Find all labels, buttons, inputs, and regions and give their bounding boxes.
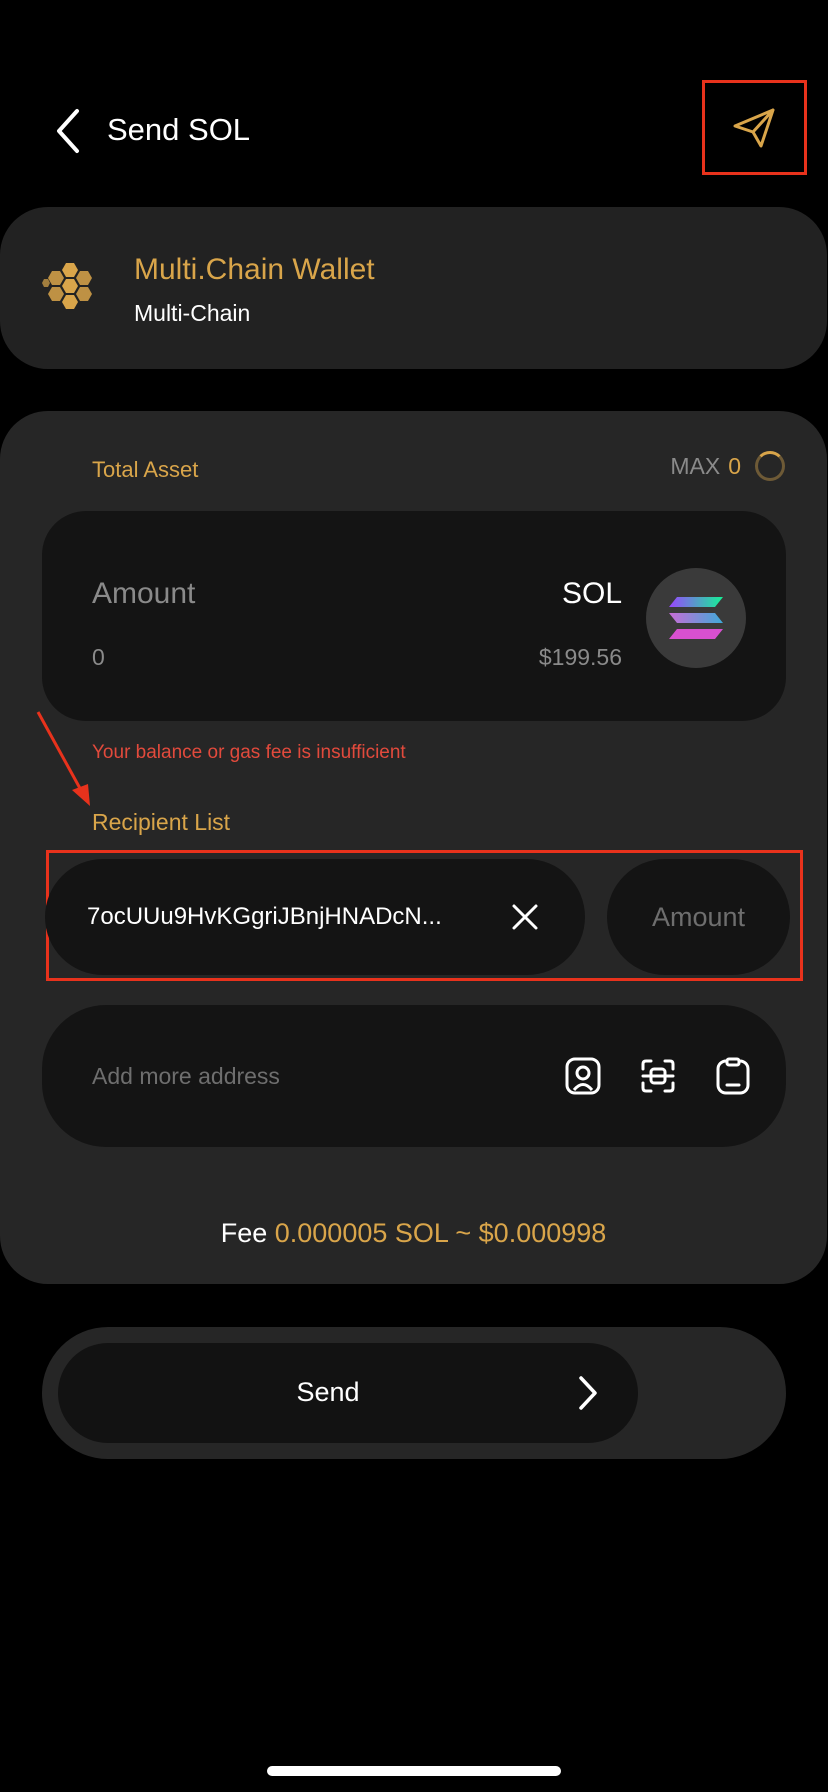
amount-input-box[interactable]: Amount 0 SOL $199.56 xyxy=(42,511,786,721)
wallet-selector[interactable]: Multi.Chain Wallet Multi-Chain xyxy=(0,207,827,369)
amount-value: 0 xyxy=(92,644,105,670)
fee-info: Fee 0.000005 SOL ~ $0.000998 xyxy=(0,1218,827,1249)
close-x-icon xyxy=(512,904,538,930)
max-label: MAX xyxy=(670,452,721,479)
token-symbol: SOL xyxy=(561,577,622,610)
send-paper-plane-icon xyxy=(733,108,774,147)
insufficient-balance-error: Your balance or gas fee is insufficient xyxy=(92,742,406,763)
remove-recipient-button[interactable] xyxy=(505,897,545,937)
send-chevron xyxy=(568,1373,608,1413)
add-address-field[interactable]: Add more address xyxy=(42,1005,786,1147)
wallet-hexagon-logo-icon xyxy=(42,263,92,309)
contacts-button[interactable] xyxy=(562,1055,604,1097)
send-icon-button[interactable] xyxy=(702,80,807,175)
header: Send SOL xyxy=(0,80,828,180)
fee-label: Fee xyxy=(220,1218,268,1248)
token-selector[interactable] xyxy=(646,568,746,668)
recipient-amount-input[interactable]: Amount xyxy=(607,859,790,975)
paste-button[interactable] xyxy=(712,1055,754,1097)
max-value: 0 xyxy=(728,452,741,479)
loading-spinner-icon xyxy=(755,451,785,481)
send-form-card: Total Asset MAX 0 Amount 0 SOL $199.56 Y… xyxy=(0,411,827,1284)
scan-qr-icon xyxy=(641,1059,675,1093)
token-usd-price: $199.56 xyxy=(538,644,622,670)
add-address-placeholder: Add more address xyxy=(92,1063,280,1089)
solana-logo-icon xyxy=(669,597,723,639)
total-asset-label: Total Asset xyxy=(92,457,199,482)
recipient-address: 7ocUUu9HvKGgriJBnjHNADcN... xyxy=(87,903,442,930)
fee-value: 0.000005 SOL ~ $0.000998 xyxy=(274,1218,607,1248)
wallet-name: Multi.Chain Wallet xyxy=(134,253,375,286)
back-chevron-icon xyxy=(57,109,79,153)
wallet-network: Multi-Chain xyxy=(134,300,251,326)
send-button[interactable]: Send xyxy=(58,1343,638,1443)
contact-book-icon xyxy=(565,1057,601,1095)
max-button[interactable]: MAX 0 xyxy=(670,451,785,481)
amount-input-placeholder[interactable]: Amount xyxy=(92,577,195,611)
recipient-address-field[interactable]: 7ocUUu9HvKGgriJBnjHNADcN... xyxy=(45,859,585,975)
home-indicator[interactable] xyxy=(267,1766,561,1776)
annotation-arrow-icon xyxy=(36,711,90,806)
send-button-container: Send xyxy=(42,1327,786,1459)
recipient-row: 7ocUUu9HvKGgriJBnjHNADcN... Amount xyxy=(45,850,803,981)
back-button[interactable] xyxy=(48,106,88,156)
page-title: Send SOL xyxy=(107,112,251,147)
paste-clipboard-icon xyxy=(716,1057,750,1095)
recipient-list-label: Recipient List xyxy=(92,809,231,835)
chevron-right-icon xyxy=(579,1376,597,1410)
scan-button[interactable] xyxy=(637,1055,679,1097)
send-button-label: Send xyxy=(296,1377,360,1407)
